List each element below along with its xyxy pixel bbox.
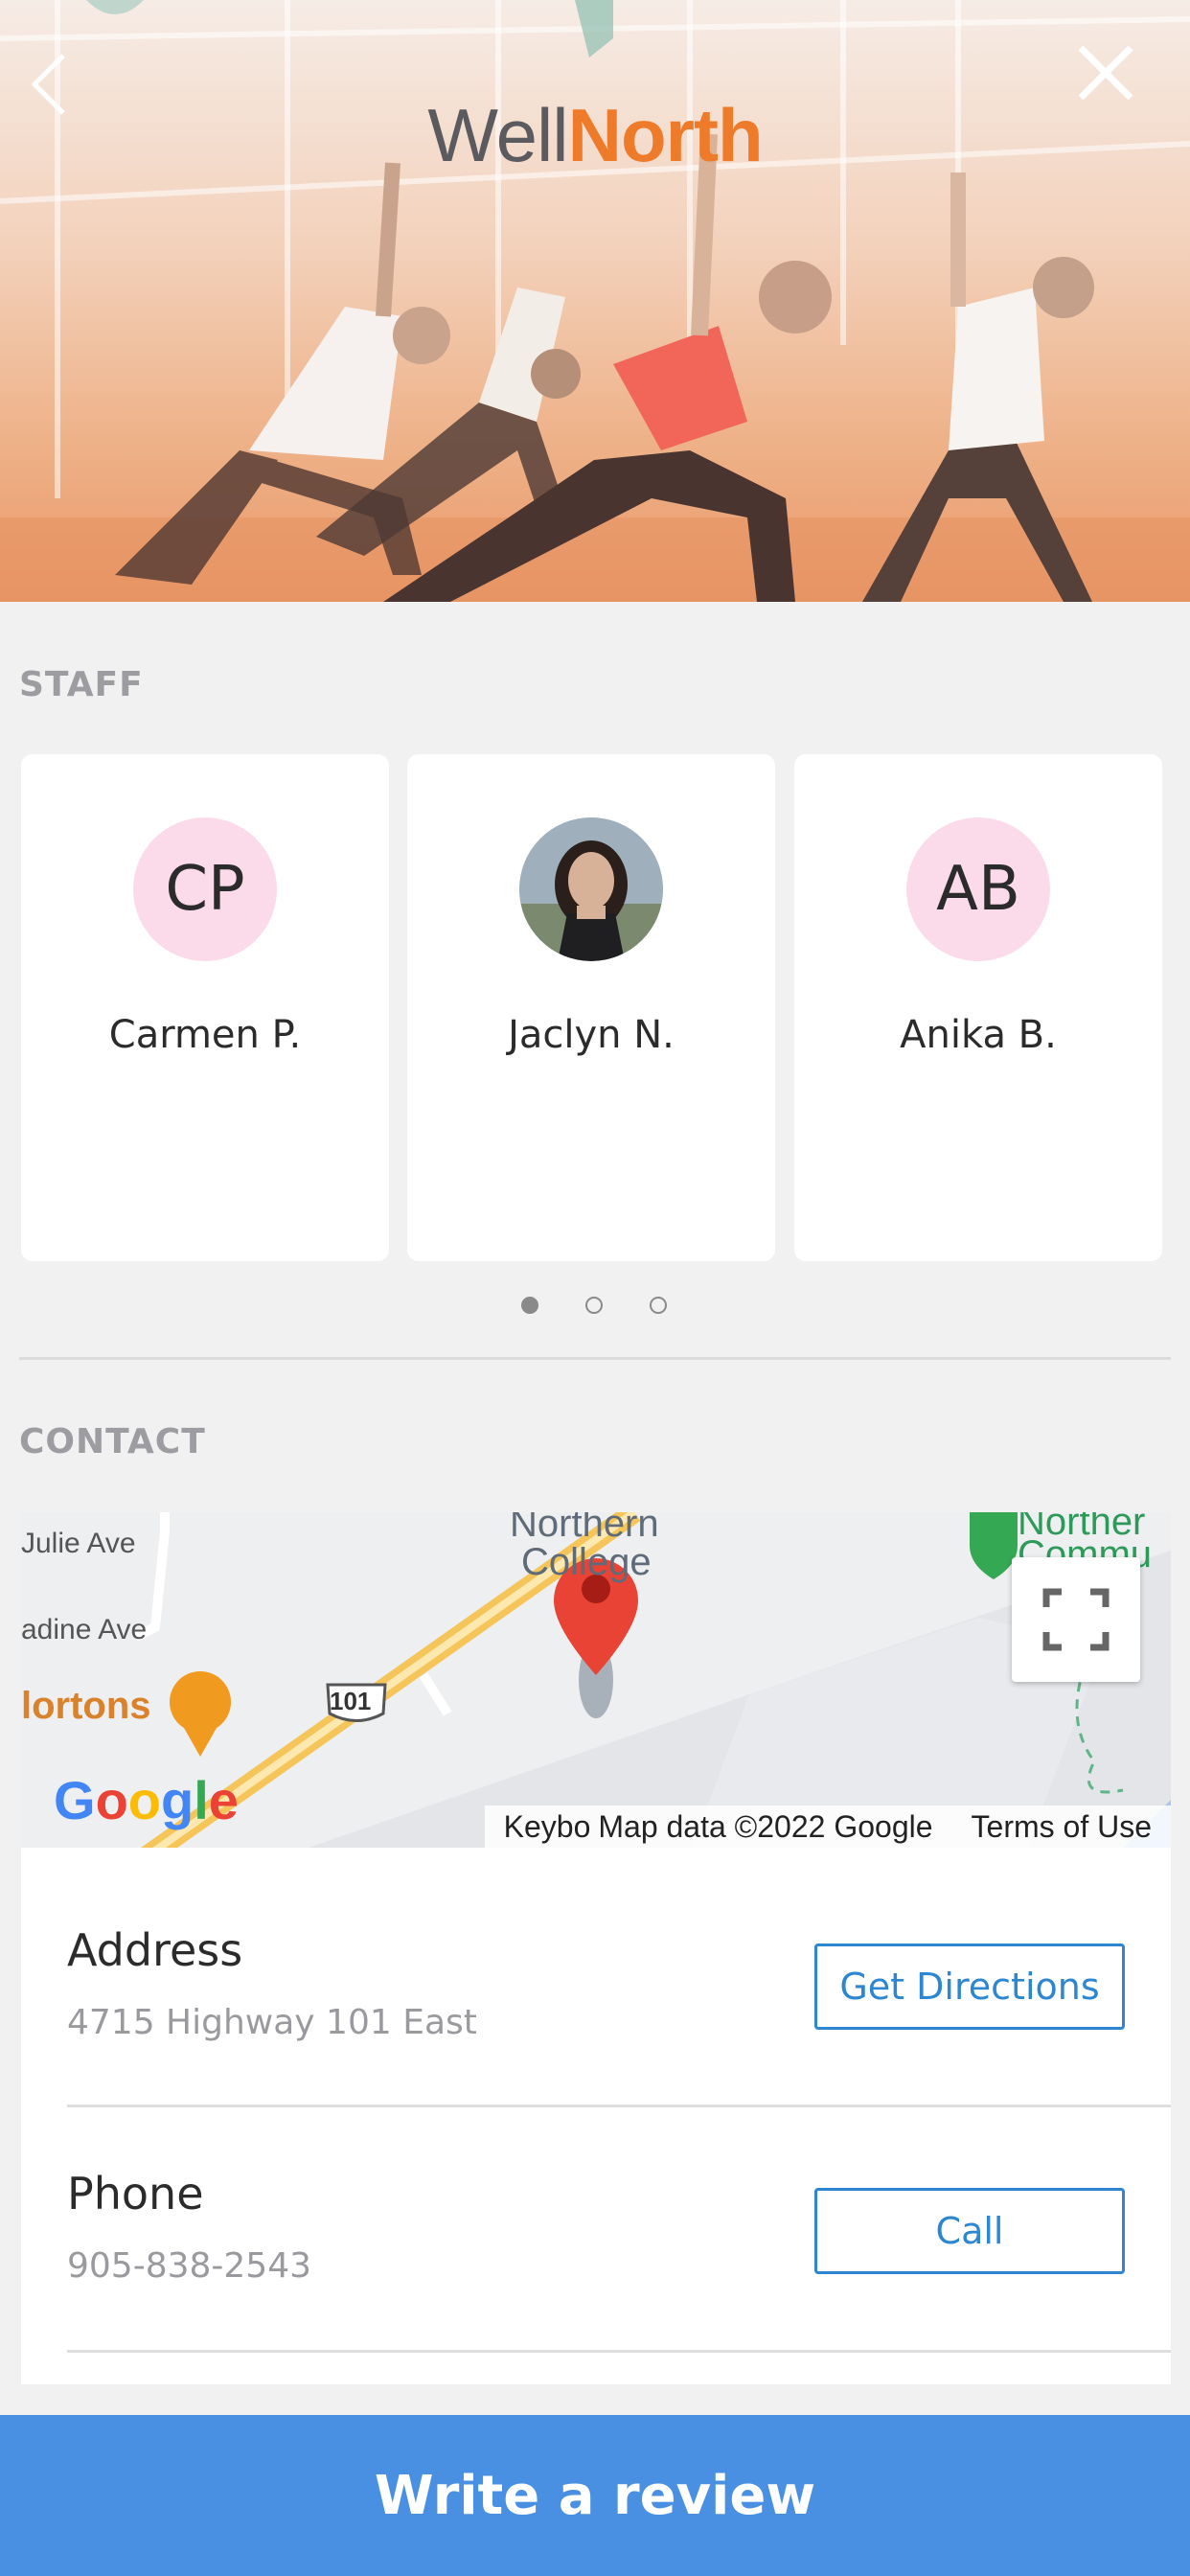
- fullscreen-button[interactable]: [1012, 1557, 1140, 1682]
- staff-name: Jaclyn N.: [508, 1013, 675, 1057]
- page-dot-3[interactable]: [650, 1297, 667, 1314]
- google-logo: Google: [54, 1770, 239, 1830]
- staff-card-carmen[interactable]: CP Carmen P.: [21, 754, 389, 1261]
- contact-panel: Address 4715 Highway 101 East Get Direct…: [21, 1848, 1171, 2384]
- wellnorth-logo: WellNorth: [0, 92, 1190, 179]
- map-label-adine: adine Ave: [21, 1614, 148, 1645]
- location-map[interactable]: Julie Ave adine Ave lortons 101 Northern…: [21, 1512, 1171, 1848]
- hero-banner: WellNorth: [0, 0, 1190, 602]
- staff-name: Anika B.: [900, 1013, 1057, 1057]
- staff-name: Carmen P.: [108, 1013, 302, 1057]
- get-directions-button[interactable]: Get Directions: [814, 1944, 1125, 2030]
- address-value: 4715 Highway 101 East: [67, 2003, 477, 2042]
- row-divider: [67, 2350, 1171, 2353]
- staff-section-title: STAFF: [19, 665, 144, 704]
- contact-section-title: CONTACT: [19, 1422, 206, 1461]
- avatar: CP: [133, 817, 277, 961]
- row-divider: [67, 2104, 1171, 2107]
- keyboard-shortcuts-link[interactable]: Keybo: [504, 1809, 591, 1845]
- section-divider: [19, 1357, 1171, 1360]
- staff-card-jaclyn[interactable]: Jaclyn N.: [407, 754, 775, 1261]
- avatar-initials: AB: [936, 854, 1020, 925]
- logo-north: North: [567, 93, 764, 177]
- staff-pagination: [0, 1297, 1190, 1316]
- address-label: Address: [67, 1924, 243, 1976]
- avatar-photo: [519, 817, 663, 961]
- yoga-class-photo: [0, 0, 1190, 602]
- route-101-label: 101: [330, 1687, 372, 1715]
- staff-card-anika[interactable]: AB Anika B.: [794, 754, 1162, 1261]
- map-attribution: Keybo Map data ©2022 Google Terms of Use: [484, 1806, 1171, 1848]
- write-review-button[interactable]: Write a review: [0, 2415, 1190, 2576]
- phone-label: Phone: [67, 2168, 204, 2220]
- phone-value: 905-838-2543: [67, 2246, 312, 2286]
- page-dot-1[interactable]: [521, 1297, 538, 1314]
- avatar-initials: CP: [165, 854, 245, 925]
- avatar: AB: [906, 817, 1050, 961]
- call-button[interactable]: Call: [814, 2188, 1125, 2274]
- logo-well: Well: [427, 93, 568, 177]
- map-label-college: College: [521, 1541, 652, 1583]
- terms-of-use-link[interactable]: Terms of Use: [972, 1809, 1152, 1845]
- page-dot-2[interactable]: [585, 1297, 603, 1314]
- map-label-julie: Julie Ave: [21, 1528, 136, 1559]
- fullscreen-icon: [1042, 1588, 1110, 1651]
- map-label-nortons: lortons: [21, 1685, 151, 1727]
- map-data-label: Map data ©2022 Google: [598, 1808, 933, 1844]
